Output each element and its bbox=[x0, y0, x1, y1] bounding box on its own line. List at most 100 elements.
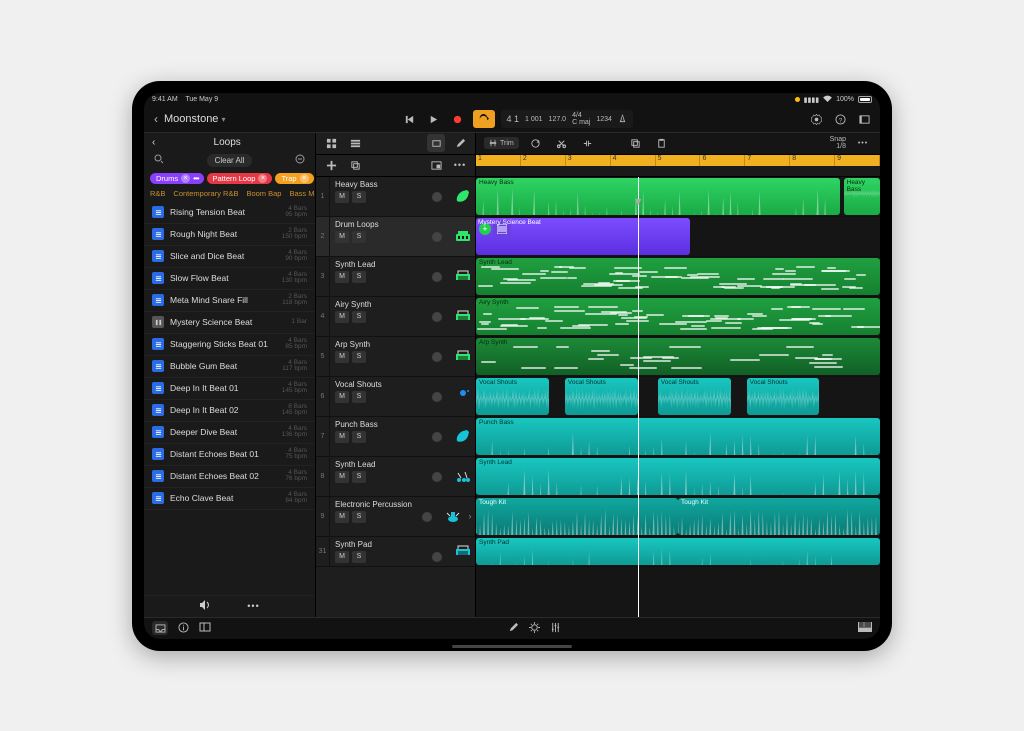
mute-button[interactable]: M bbox=[335, 551, 349, 563]
instrument-icon[interactable] bbox=[441, 497, 465, 536]
track-header-row[interactable]: 4 Airy Synth M S bbox=[316, 297, 475, 337]
project-chevron-down-icon[interactable]: ▾ bbox=[218, 115, 225, 124]
loop-type-icon[interactable] bbox=[152, 448, 164, 460]
copy-icon[interactable] bbox=[627, 134, 645, 152]
volume-icon[interactable] bbox=[199, 600, 211, 612]
loop-type-icon[interactable] bbox=[152, 382, 164, 394]
track-name[interactable]: Synth Pad bbox=[335, 540, 446, 549]
instrument-icon[interactable] bbox=[451, 417, 475, 456]
category-item[interactable]: Boom Bap bbox=[246, 189, 281, 198]
track-header-row[interactable]: 8 Synth Lead M S bbox=[316, 457, 475, 497]
loop-type-icon[interactable] bbox=[152, 470, 164, 482]
volume-knob[interactable] bbox=[432, 232, 442, 242]
volume-knob[interactable] bbox=[432, 192, 442, 202]
instrument-icon[interactable] bbox=[451, 457, 475, 496]
region[interactable]: Airy Synth bbox=[476, 298, 880, 335]
filter-chip[interactable]: Trap× bbox=[275, 173, 313, 184]
join-icon[interactable] bbox=[579, 134, 597, 152]
loop-type-icon[interactable] bbox=[152, 316, 164, 328]
loop-row[interactable]: Staggering Sticks Beat 01 4 Bars85 bpm bbox=[144, 334, 315, 356]
category-row[interactable]: R&BContemporary R&BBoom BapBass M bbox=[144, 186, 315, 202]
chip-more-icon[interactable]: ••• bbox=[193, 174, 198, 183]
track-name[interactable]: Heavy Bass bbox=[335, 180, 446, 189]
more-icon[interactable]: ••• bbox=[247, 601, 259, 611]
track-lane[interactable]: Arp Synth bbox=[476, 337, 880, 377]
loop-row[interactable]: Deeper Dive Beat 4 Bars136 bpm bbox=[144, 422, 315, 444]
solo-button[interactable]: S bbox=[352, 471, 366, 483]
loop-row[interactable]: Distant Echoes Beat 01 4 Bars75 bpm bbox=[144, 444, 315, 466]
category-item[interactable]: Bass M bbox=[289, 189, 314, 198]
trim-tool-button[interactable]: Trim bbox=[484, 137, 519, 149]
filter-chip[interactable]: Drums×••• bbox=[150, 173, 204, 184]
loop-row[interactable]: Rising Tension Beat 4 Bars95 bpm bbox=[144, 202, 315, 224]
mute-button[interactable]: M bbox=[335, 391, 349, 403]
track-lane[interactable]: Tough KitTough Kit bbox=[476, 497, 880, 537]
loop-tool-icon[interactable] bbox=[527, 134, 545, 152]
mute-button[interactable]: M bbox=[335, 431, 349, 443]
loop-type-icon[interactable] bbox=[152, 294, 164, 306]
track-header-row[interactable]: 7 Punch Bass M S bbox=[316, 417, 475, 457]
region[interactable]: Synth Lead bbox=[476, 258, 880, 295]
loop-row[interactable]: Slow Flow Beat 4 Bars130 bpm bbox=[144, 268, 315, 290]
solo-button[interactable]: S bbox=[352, 431, 366, 443]
track-lane[interactable]: Synth Lead bbox=[476, 457, 880, 497]
mute-button[interactable]: M bbox=[335, 351, 349, 363]
instrument-icon[interactable] bbox=[451, 297, 475, 336]
mute-button[interactable]: M bbox=[335, 311, 349, 323]
track-header-row[interactable]: 31 Synth Pad M S bbox=[316, 537, 475, 567]
instrument-icon[interactable] bbox=[451, 537, 475, 566]
loop-type-icon[interactable] bbox=[152, 272, 164, 284]
volume-knob[interactable] bbox=[432, 272, 442, 282]
region[interactable]: Synth Pad bbox=[476, 538, 880, 565]
track-name[interactable]: Arp Synth bbox=[335, 340, 446, 349]
track-lane[interactable]: Punch Bass bbox=[476, 417, 880, 457]
back-button[interactable]: ‹ bbox=[150, 112, 162, 126]
volume-knob[interactable] bbox=[432, 432, 442, 442]
track-name[interactable]: Synth Lead bbox=[335, 260, 446, 269]
solo-button[interactable]: S bbox=[352, 351, 366, 363]
loop-row[interactable]: Mystery Science Beat 1 Bar bbox=[144, 312, 315, 334]
loop-row[interactable]: Deep In It Beat 02 8 Bars145 bpm bbox=[144, 400, 315, 422]
volume-knob[interactable] bbox=[432, 552, 442, 562]
loop-row[interactable]: Echo Clave Beat 4 Bars84 bpm bbox=[144, 488, 315, 510]
track-lane[interactable]: Vocal ShoutsVocal ShoutsVocal ShoutsVoca… bbox=[476, 377, 880, 417]
instrument-icon[interactable] bbox=[451, 217, 475, 256]
loop-type-icon[interactable] bbox=[152, 404, 164, 416]
solo-button[interactable]: S bbox=[352, 191, 366, 203]
instrument-icon[interactable] bbox=[451, 337, 475, 376]
mute-button[interactable]: M bbox=[335, 471, 349, 483]
loop-type-icon[interactable] bbox=[152, 492, 164, 504]
settings-icon[interactable] bbox=[808, 110, 826, 128]
keyboard-icon[interactable] bbox=[858, 622, 872, 634]
instrument-icon[interactable] bbox=[451, 377, 475, 416]
track-name[interactable]: Vocal Shouts bbox=[335, 380, 446, 389]
loop-row[interactable]: Slice and Dice Beat 4 Bars90 bpm bbox=[144, 246, 315, 268]
instrument-icon[interactable] bbox=[451, 257, 475, 296]
grid-view-icon[interactable] bbox=[322, 134, 340, 152]
track-header-row[interactable]: 1 Heavy Bass M S bbox=[316, 177, 475, 217]
add-track-button[interactable] bbox=[322, 156, 340, 174]
track-name[interactable]: Airy Synth bbox=[335, 300, 446, 309]
view-menu-icon[interactable] bbox=[856, 110, 874, 128]
chip-remove-icon[interactable]: × bbox=[181, 174, 190, 183]
help-icon[interactable]: ? bbox=[832, 110, 850, 128]
cycle-button[interactable] bbox=[473, 110, 495, 128]
info-icon[interactable] bbox=[178, 622, 189, 635]
region[interactable]: Vocal Shouts bbox=[747, 378, 820, 415]
track-lane[interactable]: Synth Pad bbox=[476, 537, 880, 567]
track-lane[interactable]: Airy Synth bbox=[476, 297, 880, 337]
region[interactable]: Vocal Shouts bbox=[565, 378, 638, 415]
chip-remove-icon[interactable]: × bbox=[258, 174, 267, 183]
volume-knob[interactable] bbox=[432, 312, 442, 322]
list-view-icon[interactable] bbox=[346, 134, 364, 152]
solo-button[interactable]: S bbox=[352, 551, 366, 563]
lcd-display[interactable]: 4 1 1 001 127.0 4/4 C maj 1234 bbox=[501, 110, 633, 128]
track-header-row[interactable]: 9 Electronic Percussion M S › bbox=[316, 497, 475, 537]
track-lane[interactable]: Heavy BassHeavy Bass bbox=[476, 177, 880, 217]
track-name[interactable]: Drum Loops bbox=[335, 220, 446, 229]
region[interactable]: Tough Kit bbox=[476, 498, 678, 535]
category-item[interactable]: R&B bbox=[150, 189, 165, 198]
scissors-icon[interactable] bbox=[553, 134, 571, 152]
track-more-icon[interactable]: ••• bbox=[451, 156, 469, 174]
region[interactable]: Heavy Bass bbox=[476, 178, 840, 215]
